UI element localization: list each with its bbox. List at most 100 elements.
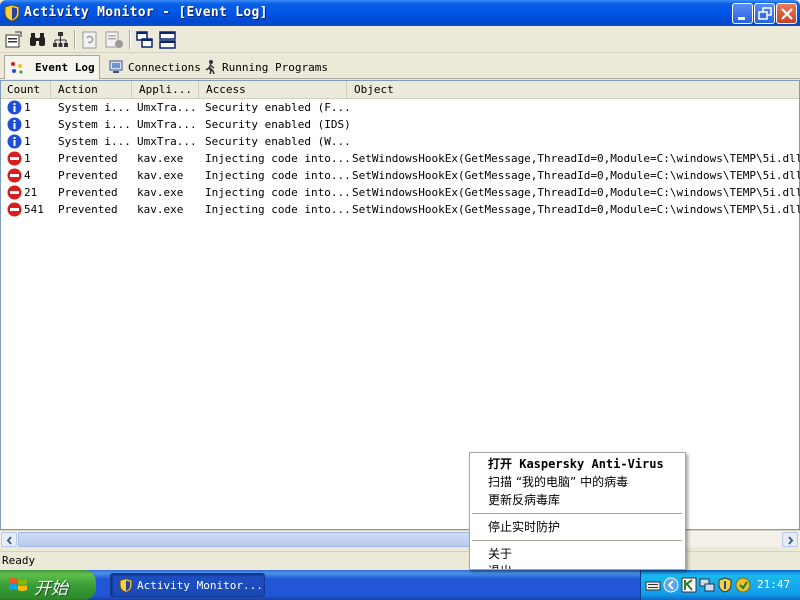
minimize-button[interactable] [732, 3, 753, 24]
menu-item-stop-realtime-protection[interactable]: 停止实时防护 [470, 519, 685, 536]
shield-app-icon [4, 4, 20, 22]
chevron-right-icon [788, 536, 794, 545]
cell-count: 541 [24, 203, 44, 216]
cell-application: UmxTra... [137, 101, 197, 114]
cell-access: Security enabled (IDS) [205, 118, 351, 131]
table-row[interactable]: 21 Prevented kav.exe Injecting code into… [1, 184, 800, 201]
cell-object: SetWindowsHookEx(GetMessage,ThreadId=0,M… [352, 169, 800, 182]
menu-separator [472, 513, 682, 514]
filter-button[interactable] [50, 29, 72, 51]
cell-action: Prevented [58, 203, 118, 216]
refresh-button[interactable] [79, 29, 101, 51]
info-icon [7, 117, 22, 132]
security-shield-icon[interactable] [717, 577, 733, 593]
tray-context-menu: 打开 Kaspersky Anti-Virus 扫描 “我的电脑” 中的病毒 更… [469, 452, 686, 570]
cell-access: Injecting code into... [205, 186, 351, 199]
cell-object: SetWindowsHookEx(GetMessage,ThreadId=0,M… [352, 152, 800, 165]
tab-label: Event Log [35, 61, 95, 74]
cell-action: System i... [58, 118, 131, 131]
chevron-left-icon [6, 536, 12, 545]
table-row[interactable]: 4 Prevented kav.exe Injecting code into.… [1, 167, 800, 184]
update-icon[interactable] [735, 577, 751, 593]
scroll-right-button[interactable] [782, 532, 798, 547]
cell-object: SetWindowsHookEx(GetMessage,ThreadId=0,M… [352, 203, 800, 216]
column-header-object[interactable]: Object [348, 81, 799, 99]
menu-item-about[interactable]: 关于 [470, 546, 685, 563]
clear-log-button[interactable] [103, 29, 125, 51]
system-tray: 21:47 [640, 570, 800, 600]
clear-log-icon [105, 31, 123, 48]
title-bar[interactable]: Activity Monitor - [Event Log] [0, 0, 800, 26]
cell-action: Prevented [58, 186, 118, 199]
restore-icon [758, 7, 772, 20]
show-hidden-icons-button[interactable] [663, 577, 679, 593]
cell-count: 1 [24, 118, 31, 131]
cell-count: 1 [24, 152, 31, 165]
tab-label: Connections [128, 60, 201, 74]
cell-application: kav.exe [137, 203, 184, 216]
cell-action: System i... [58, 101, 131, 114]
cell-access: Security enabled (W... [205, 135, 351, 148]
cell-action: Prevented [58, 152, 118, 165]
taskbar-item-label: Activity Monitor... [137, 579, 263, 592]
menu-item-scan-my-computer[interactable]: 扫描 “我的电脑” 中的病毒 [470, 474, 685, 491]
table-row[interactable]: 1 System i... UmxTra... Security enabled… [1, 99, 799, 116]
column-header-application[interactable]: Appli... [133, 81, 199, 99]
scroll-thumb[interactable] [18, 532, 498, 547]
cell-count: 1 [24, 135, 31, 148]
scroll-left-button[interactable] [1, 532, 17, 547]
close-icon [781, 8, 793, 20]
event-log-icon [11, 61, 23, 73]
network-icon[interactable] [699, 577, 715, 593]
cell-count: 4 [24, 169, 31, 182]
taskbar: 开始 Activity Monitor... 21:47 [0, 570, 800, 600]
start-button[interactable]: 开始 [0, 570, 96, 600]
column-header-count[interactable]: Count [1, 81, 51, 99]
column-header-action[interactable]: Action [52, 81, 132, 99]
menu-item-open-kaspersky[interactable]: 打开 Kaspersky Anti-Virus [470, 456, 685, 473]
tile-button[interactable] [157, 29, 179, 51]
tab-running-programs[interactable]: Running Programs [198, 56, 332, 78]
cell-object: SetWindowsHookEx(GetMessage,ThreadId=0,M… [352, 186, 800, 199]
list-header: Count Action Appli... Access Object [1, 81, 799, 99]
find-button[interactable] [27, 29, 49, 51]
close-button[interactable] [776, 3, 797, 24]
restore-button[interactable] [754, 3, 775, 24]
cell-application: kav.exe [137, 186, 184, 199]
properties-button[interactable] [3, 29, 25, 51]
cell-access: Injecting code into... [205, 203, 351, 216]
kaspersky-tray-icon[interactable] [681, 577, 697, 593]
table-row[interactable]: 1 System i... UmxTra... Security enabled… [1, 116, 799, 133]
properties-icon [5, 31, 22, 48]
tab-connections[interactable]: Connections [104, 56, 205, 78]
blocked-icon [7, 185, 22, 200]
cascade-button[interactable] [134, 29, 156, 51]
info-icon [7, 100, 22, 115]
cell-action: System i... [58, 135, 131, 148]
refresh-icon [82, 31, 97, 49]
cascade-icon [136, 31, 153, 48]
connections-icon [109, 60, 123, 73]
menu-separator [472, 540, 682, 541]
cell-count: 21 [24, 186, 38, 199]
minimize-icon [738, 17, 745, 20]
start-label: 开始 [34, 579, 68, 599]
keyboard-icon[interactable] [645, 577, 661, 593]
binoculars-icon [30, 33, 45, 46]
taskbar-item-activity-monitor[interactable]: Activity Monitor... [110, 573, 265, 597]
cell-application: kav.exe [137, 152, 184, 165]
running-programs-icon [205, 60, 215, 75]
tile-horizontal-icon [159, 31, 176, 49]
tab-event-log[interactable]: Event Log [4, 55, 100, 79]
clock[interactable]: 21:47 [757, 578, 790, 591]
toolbar-separator [74, 30, 76, 49]
menu-item-update-database[interactable]: 更新反病毒库 [470, 492, 685, 509]
column-header-access[interactable]: Access [200, 81, 347, 99]
table-row[interactable]: 1 Prevented kav.exe Injecting code into.… [1, 150, 800, 167]
table-row[interactable]: 541 Prevented kav.exe Injecting code int… [1, 201, 800, 218]
menu-item-exit[interactable]: 退出 [470, 563, 685, 569]
table-row[interactable]: 1 System i... UmxTra... Security enabled… [1, 133, 799, 150]
shield-app-icon [119, 578, 133, 593]
windows-logo-icon [9, 578, 27, 591]
cell-application: UmxTra... [137, 135, 197, 148]
